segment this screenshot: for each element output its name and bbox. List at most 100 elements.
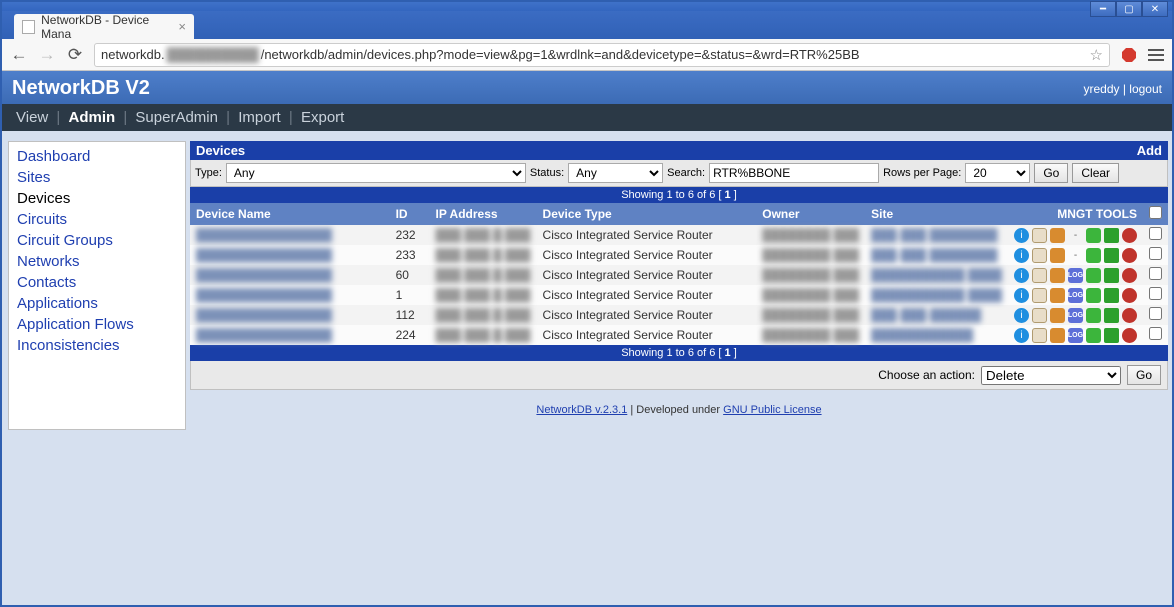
inventory-icon[interactable]	[1050, 268, 1065, 283]
alert-icon[interactable]	[1122, 248, 1137, 263]
bulk-action-go-button[interactable]: Go	[1127, 365, 1161, 385]
graph-icon[interactable]	[1104, 228, 1119, 243]
sidebar-item-devices[interactable]: Devices	[9, 188, 185, 209]
status-ok-icon[interactable]	[1086, 228, 1101, 243]
notes-icon[interactable]	[1032, 328, 1047, 343]
graph-icon[interactable]	[1104, 288, 1119, 303]
col-device-name[interactable]: Device Name	[190, 203, 390, 225]
browser-menu-button[interactable]	[1148, 49, 1164, 61]
sidebar-item-applications[interactable]: Applications	[9, 293, 185, 314]
notes-icon[interactable]	[1032, 228, 1047, 243]
inventory-icon[interactable]	[1050, 308, 1065, 323]
alert-icon[interactable]	[1122, 288, 1137, 303]
browser-tab[interactable]: NetworkDB - Device Mana ×	[14, 14, 194, 39]
graph-icon[interactable]	[1104, 248, 1119, 263]
sidebar-item-circuits[interactable]: Circuits	[9, 209, 185, 230]
device-name-link[interactable]: ████████████████	[196, 328, 332, 342]
row-select-checkbox[interactable]	[1149, 267, 1162, 280]
alert-icon[interactable]	[1122, 308, 1137, 323]
logout-link[interactable]: logout	[1129, 82, 1162, 96]
extension-adblock-icon[interactable]	[1120, 46, 1138, 64]
status-ok-icon[interactable]	[1086, 328, 1101, 343]
status-ok-icon[interactable]	[1086, 268, 1101, 283]
footer-version-link[interactable]: NetworkDB v.2.3.1	[536, 404, 627, 416]
inventory-icon[interactable]	[1050, 228, 1065, 243]
col-device-type[interactable]: Device Type	[537, 203, 757, 225]
filter-clear-button[interactable]: Clear	[1072, 163, 1119, 183]
notes-icon[interactable]	[1032, 308, 1047, 323]
sidebar-item-dashboard[interactable]: Dashboard	[9, 146, 185, 167]
col-owner[interactable]: Owner	[756, 203, 865, 225]
graph-icon[interactable]	[1104, 308, 1119, 323]
status-ok-icon[interactable]	[1086, 308, 1101, 323]
sidebar-item-circuit-groups[interactable]: Circuit Groups	[9, 230, 185, 251]
log-icon[interactable]: LOG	[1068, 328, 1083, 343]
device-name-link[interactable]: ████████████████	[196, 228, 332, 242]
tab-close-icon[interactable]: ×	[178, 19, 186, 34]
alert-icon[interactable]	[1122, 228, 1137, 243]
inventory-icon[interactable]	[1050, 328, 1065, 343]
alert-icon[interactable]	[1122, 268, 1137, 283]
row-select-checkbox[interactable]	[1149, 307, 1162, 320]
bulk-action-select[interactable]: Delete	[981, 366, 1121, 385]
address-bar[interactable]: networkdb. ██████████ /networkdb/admin/d…	[94, 43, 1110, 67]
row-select-checkbox[interactable]	[1149, 227, 1162, 240]
device-site-link[interactable]: ███-███-██████	[871, 308, 981, 322]
graph-icon[interactable]	[1104, 268, 1119, 283]
status-select[interactable]: Any	[568, 163, 663, 183]
filter-go-button[interactable]: Go	[1034, 163, 1068, 183]
sidebar-item-networks[interactable]: Networks	[9, 251, 185, 272]
info-icon[interactable]: i	[1014, 268, 1029, 283]
col-site[interactable]: Site	[865, 203, 1008, 225]
status-ok-icon[interactable]	[1086, 248, 1101, 263]
menu-import[interactable]: Import	[238, 109, 281, 126]
bookmark-star-icon[interactable]: ☆	[1090, 46, 1103, 64]
info-icon[interactable]: i	[1014, 308, 1029, 323]
sidebar-item-contacts[interactable]: Contacts	[9, 272, 185, 293]
search-input[interactable]	[709, 163, 879, 183]
log-icon[interactable]: LOG	[1068, 308, 1083, 323]
window-minimize-button[interactable]: ━	[1090, 1, 1116, 17]
device-name-link[interactable]: ████████████████	[196, 288, 332, 302]
inventory-icon[interactable]	[1050, 288, 1065, 303]
nav-back-button[interactable]: ←	[10, 45, 28, 65]
col-id[interactable]: ID	[390, 203, 430, 225]
sidebar-item-sites[interactable]: Sites	[9, 167, 185, 188]
log-icon[interactable]: LOG	[1068, 268, 1083, 283]
device-site-link[interactable]: ███-███ ████████	[871, 248, 997, 262]
menu-export[interactable]: Export	[301, 109, 344, 126]
add-device-link[interactable]: Add	[1137, 143, 1162, 158]
window-close-button[interactable]: ✕	[1142, 1, 1168, 17]
alert-icon[interactable]	[1122, 328, 1137, 343]
user-name-link[interactable]: yreddy	[1083, 82, 1119, 96]
col-ip[interactable]: IP Address	[430, 203, 537, 225]
device-name-link[interactable]: ████████████████	[196, 268, 332, 282]
menu-superadmin[interactable]: SuperAdmin	[135, 109, 218, 126]
notes-icon[interactable]	[1032, 268, 1047, 283]
nav-reload-button[interactable]: ⟳	[66, 45, 84, 65]
footer-license-link[interactable]: GNU Public License	[723, 404, 821, 416]
log-icon[interactable]: LOG	[1068, 288, 1083, 303]
menu-view[interactable]: View	[16, 109, 48, 126]
status-ok-icon[interactable]	[1086, 288, 1101, 303]
device-name-link[interactable]: ████████████████	[196, 248, 332, 262]
device-site-link[interactable]: ███████████ ████	[871, 268, 1002, 282]
inventory-icon[interactable]	[1050, 248, 1065, 263]
notes-icon[interactable]	[1032, 248, 1047, 263]
device-name-link[interactable]: ████████████████	[196, 308, 332, 322]
notes-icon[interactable]	[1032, 288, 1047, 303]
info-icon[interactable]: i	[1014, 328, 1029, 343]
sidebar-item-application-flows[interactable]: Application Flows	[9, 314, 185, 335]
menu-admin[interactable]: Admin	[69, 109, 116, 126]
info-icon[interactable]: i	[1014, 228, 1029, 243]
sidebar-item-inconsistencies[interactable]: Inconsistencies	[9, 335, 185, 356]
row-select-checkbox[interactable]	[1149, 287, 1162, 300]
device-site-link[interactable]: ███-███ ████████	[871, 228, 997, 242]
device-site-link[interactable]: ███████████ ████	[871, 288, 1002, 302]
select-all-checkbox[interactable]	[1149, 206, 1162, 219]
rows-per-page-select[interactable]: 20	[965, 163, 1030, 183]
graph-icon[interactable]	[1104, 328, 1119, 343]
row-select-checkbox[interactable]	[1149, 327, 1162, 340]
type-select[interactable]: Any	[226, 163, 526, 183]
device-site-link[interactable]: ████████████	[871, 328, 973, 342]
